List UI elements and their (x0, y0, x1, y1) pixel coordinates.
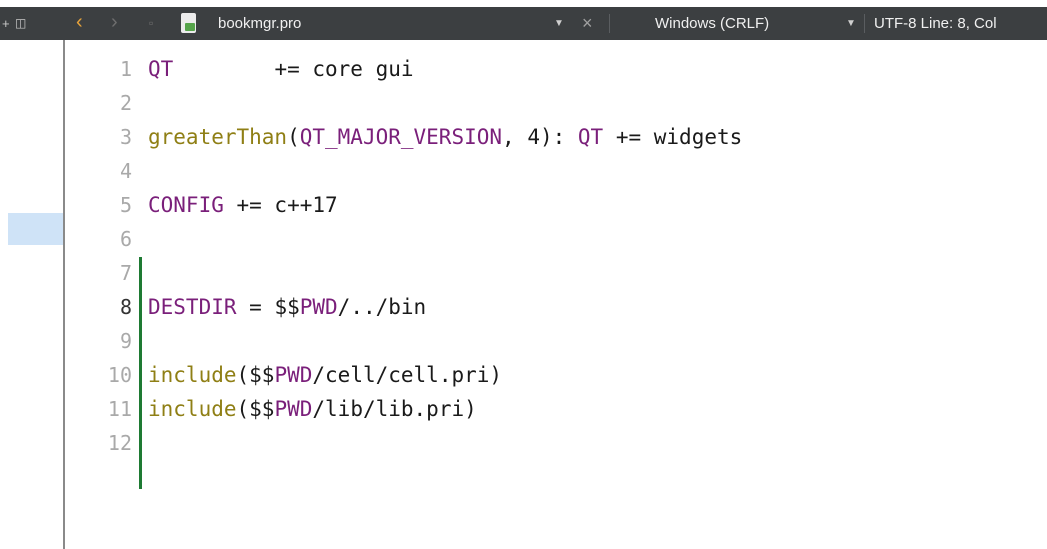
code-token: PWD (274, 363, 313, 387)
side-panel (0, 40, 65, 549)
code-token: ($$ (236, 363, 275, 387)
code-token: /cell/cell.pri) (312, 363, 503, 387)
toolbar-divider (609, 14, 610, 33)
code-token: include (148, 397, 237, 421)
document-dropdown-icon[interactable]: ▼ (554, 7, 568, 40)
code-token: PWD (274, 397, 313, 421)
back-arrow-icon[interactable]: ‹ (76, 7, 90, 40)
side-panel-selection[interactable] (8, 213, 63, 245)
code-token: QT (577, 125, 604, 149)
code-token: QT (148, 57, 174, 81)
line-number: 7 (119, 261, 132, 285)
code-token: += c++17 (223, 193, 338, 217)
encoding-cursor-status[interactable]: UTF-8 Line: 8, Col (874, 7, 1047, 40)
split-view-icon[interactable]: ◫ (15, 7, 29, 40)
code-editor[interactable]: 1 QT += core gui 2 3 greaterThan(QT_MAJOR_VE… (65, 40, 1047, 549)
code-line[interactable]: CONFIG += c++17 (148, 188, 338, 222)
code-token: QT_MAJOR_VERSION (299, 125, 503, 149)
forward-arrow-icon[interactable]: › (111, 7, 125, 40)
line-number: 10 (107, 363, 132, 387)
code-token: /../bin (337, 295, 427, 319)
code-line[interactable]: QT += core gui (148, 52, 414, 86)
line-number: 12 (107, 431, 132, 455)
plus-icon[interactable]: + (2, 7, 12, 40)
line-number: 3 (119, 125, 132, 149)
line-number: 9 (119, 329, 132, 353)
code-token: ($$ (236, 397, 275, 421)
line-ending-dropdown-icon[interactable]: ▼ (846, 7, 860, 40)
line-number: 4 (119, 159, 132, 183)
code-token: PWD (299, 295, 338, 319)
code-token: include (148, 363, 237, 387)
code-line[interactable]: include($$PWD/cell/cell.pri) (148, 358, 502, 392)
code-token: = $$ (236, 295, 300, 319)
code-token: ( (287, 125, 300, 149)
code-token: /lib/lib.pri) (312, 397, 477, 421)
close-document-icon[interactable]: × (582, 7, 598, 40)
code-line[interactable]: DESTDIR = $$PWD/../bin (148, 290, 426, 324)
editor-toolbar: + ◫ ‹ › ▫ bookmgr.pro ▼ × Windows (CRLF)… (0, 7, 1047, 40)
line-number: 11 (107, 397, 132, 421)
toolbar-divider (864, 14, 865, 33)
code-token: += core gui (173, 57, 414, 81)
project-file-icon (181, 13, 196, 33)
modified-lines-marker (139, 257, 142, 489)
code-line[interactable]: include($$PWD/lib/lib.pri) (148, 392, 477, 426)
line-number: 6 (119, 227, 132, 251)
lock-icon[interactable]: ▫ (149, 7, 161, 40)
line-number: 5 (119, 193, 132, 217)
line-ending-selector[interactable]: Windows (CRLF) (655, 7, 825, 40)
line-number: 2 (119, 91, 132, 115)
line-number: 1 (119, 57, 132, 81)
code-token: CONFIG (148, 193, 224, 217)
code-token: greaterThan (148, 125, 288, 149)
code-token: , 4): (502, 125, 578, 149)
code-line[interactable]: greaterThan(QT_MAJOR_VERSION, 4): QT += … (148, 120, 742, 154)
code-token: += widgets (603, 125, 743, 149)
code-token: DESTDIR (148, 295, 237, 319)
line-number: 8 (119, 295, 132, 319)
open-document-name[interactable]: bookmgr.pro (218, 7, 458, 40)
